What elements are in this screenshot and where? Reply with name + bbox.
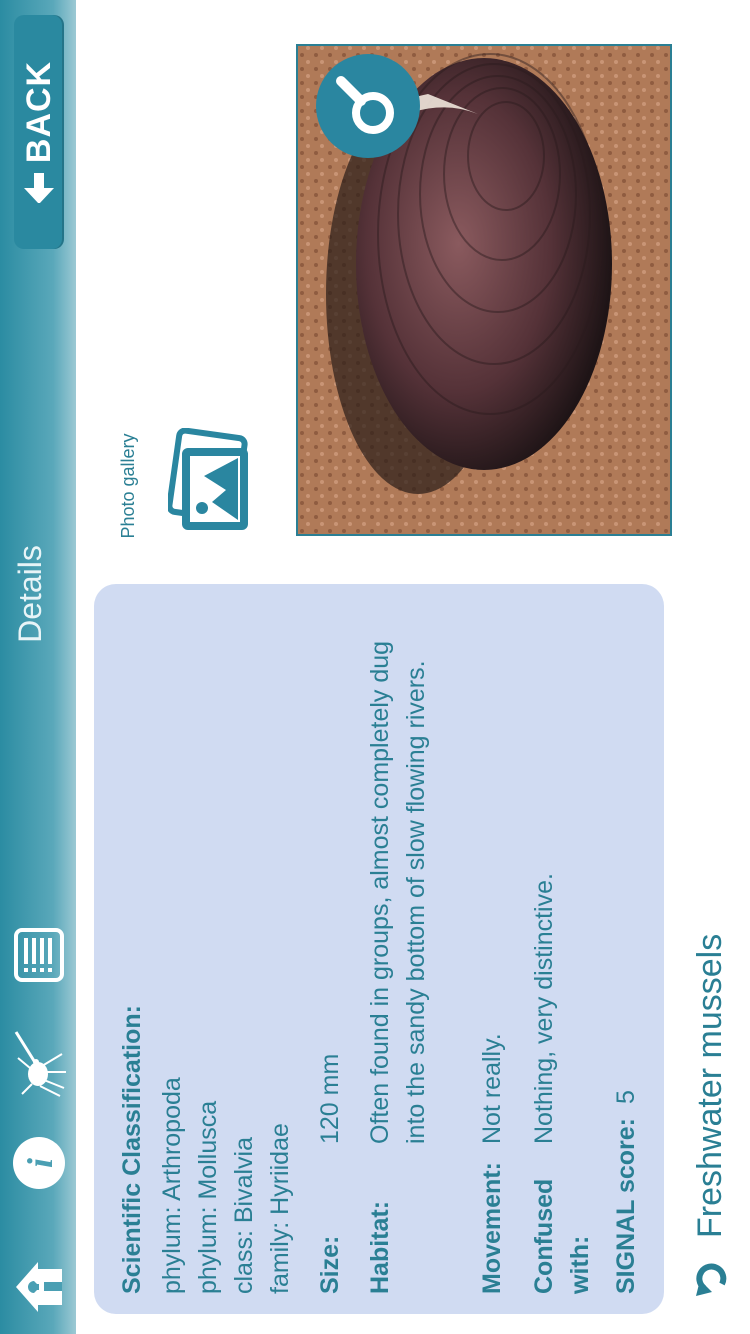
signal-value: 5 — [612, 1090, 640, 1105]
confused-label: Confused with: — [530, 1178, 594, 1294]
back-button-label: BACK — [19, 60, 58, 164]
classification-item: phylum: Mollusca — [194, 1100, 222, 1294]
info-icon[interactable]: i — [10, 1134, 68, 1192]
home-icon[interactable] — [10, 1258, 68, 1316]
photo-gallery-icon[interactable] — [168, 428, 254, 538]
species-title: Freshwater mussels — [690, 933, 729, 1238]
magnifier-icon — [336, 76, 394, 134]
habitat-label: Habitat: — [366, 1200, 394, 1294]
svg-text:i: i — [20, 1158, 60, 1168]
confused-row: Confused with: Nothing, very distinctive… — [526, 604, 598, 1294]
signal-row: SIGNAL score: 5 — [608, 604, 644, 1294]
size-row: Size: 120 mm — [312, 604, 348, 1294]
movement-row: Movement: Not really. — [474, 604, 510, 1294]
classification-item: family: Hyriidae — [266, 1123, 294, 1294]
classification-list: phylum: Arthropoda phylum: Mollusca clas… — [154, 1077, 298, 1294]
habitat-row: Habitat: Often found in groups, almost c… — [362, 604, 434, 1294]
classification-item: phylum: Arthropoda — [158, 1077, 186, 1294]
size-label: Size: — [316, 1235, 344, 1294]
list-icon[interactable] — [10, 926, 68, 984]
mosquito-icon[interactable] — [10, 1028, 68, 1098]
classification-item: class: Bivalvia — [230, 1137, 258, 1294]
app-screen: i Details BACK Freshwater mussels Scient… — [0, 0, 750, 1334]
nav-bar: i Details BACK — [0, 0, 76, 1334]
title-row: Freshwater mussels — [688, 698, 732, 1298]
undo-icon[interactable] — [690, 1258, 730, 1298]
back-button[interactable]: BACK — [14, 15, 64, 249]
confused-value: Nothing, very distinctive. — [530, 873, 558, 1144]
arrow-down-icon — [24, 173, 54, 204]
photo-gallery-label[interactable]: Photo gallery — [118, 424, 139, 548]
size-value: 120 mm — [316, 1053, 344, 1144]
habitat-value: Often found in groups, almost completely… — [366, 640, 430, 1144]
zoom-button[interactable] — [316, 54, 420, 158]
classification-heading: Scientific Classification: — [118, 1005, 146, 1294]
movement-value: Not really. — [478, 1033, 506, 1144]
page-header-title: Details — [12, 545, 48, 643]
species-info-card: Scientific Classification: phylum: Arthr… — [94, 584, 664, 1314]
signal-label: SIGNAL score: — [612, 1118, 640, 1294]
movement-label: Movement: — [478, 1162, 506, 1294]
